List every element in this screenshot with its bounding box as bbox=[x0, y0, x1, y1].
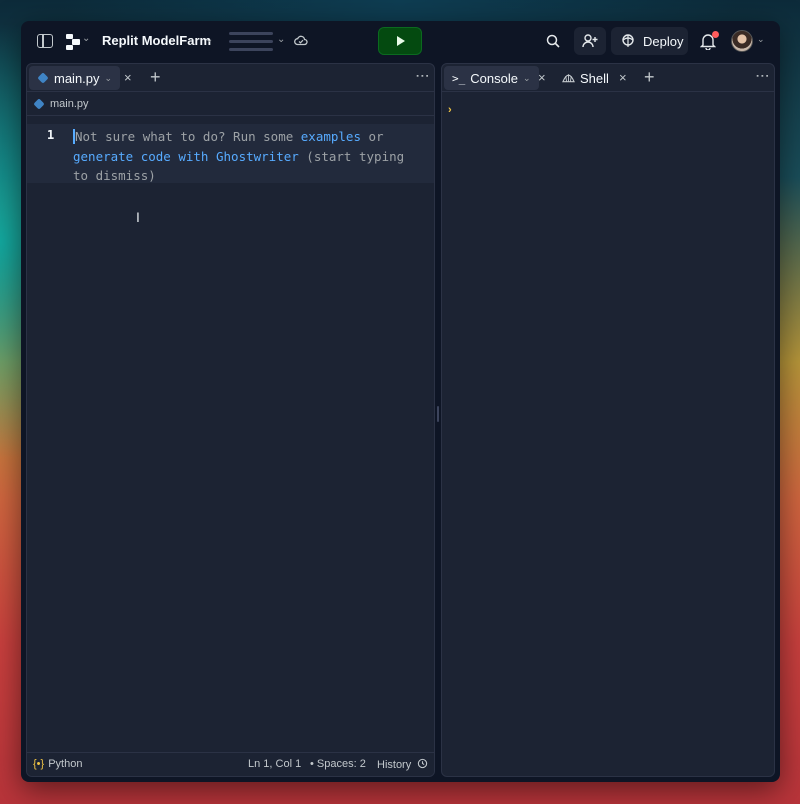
language-icon: {•} bbox=[33, 758, 45, 770]
deploy-button[interactable]: Deploy bbox=[611, 27, 688, 55]
run-button[interactable] bbox=[378, 27, 422, 55]
add-tab-icon[interactable]: + bbox=[150, 67, 161, 88]
console-pane: >_ Console ⌄ × Shell × + ⋮ › bbox=[441, 63, 775, 777]
language-label: Python bbox=[48, 758, 83, 770]
editor-more-options-icon[interactable]: ⋮ bbox=[415, 69, 431, 82]
invite-user-button[interactable] bbox=[574, 27, 606, 55]
console-tab-label: Console bbox=[470, 70, 518, 86]
close-console-tab-icon[interactable]: × bbox=[538, 70, 546, 85]
repl-name-chevron-down-icon[interactable]: ⌄ bbox=[205, 34, 213, 45]
repl-name[interactable]: Replit ModelFarm bbox=[102, 33, 211, 48]
editor-pane: main.py ⌄ × + ⋮ main.py 1 Not sure what … bbox=[26, 63, 435, 777]
tab-console[interactable]: >_ Console ⌄ bbox=[444, 66, 539, 90]
pane-resize-handle[interactable] bbox=[437, 406, 439, 422]
status-bar: {•} Python Ln 1, Col 1 • Spaces: 2 Histo… bbox=[27, 752, 434, 776]
user-avatar[interactable] bbox=[731, 30, 753, 52]
breadcrumb-file[interactable]: main.py bbox=[50, 98, 89, 110]
breadcrumb: main.py bbox=[27, 92, 434, 116]
shell-icon bbox=[562, 74, 575, 83]
tab-shell[interactable]: Shell bbox=[554, 66, 617, 90]
mouse-text-cursor-icon: I bbox=[136, 209, 140, 225]
add-user-icon bbox=[582, 34, 598, 48]
examples-link[interactable]: examples bbox=[301, 129, 361, 144]
placeholder-text-2: or bbox=[361, 129, 384, 144]
deploy-label: Deploy bbox=[643, 33, 684, 49]
placeholder-text-1: Not sure what to do? Run some bbox=[75, 129, 301, 144]
cloud-sync-icon[interactable] bbox=[294, 34, 308, 46]
tab-label: main.py bbox=[54, 70, 100, 86]
breadcrumb-python-icon bbox=[33, 98, 45, 110]
console-tab-bar: >_ Console ⌄ × Shell × + ⋮ bbox=[442, 64, 774, 92]
skeleton-chevron-down-icon[interactable]: ⌄ bbox=[277, 34, 285, 45]
ghostwriter-link[interactable]: generate code with Ghostwriter bbox=[73, 149, 299, 164]
python-file-icon bbox=[37, 72, 49, 84]
sidebar-toggle-icon[interactable] bbox=[37, 34, 53, 48]
history-icon bbox=[418, 758, 428, 769]
tab-main-py[interactable]: main.py ⌄ bbox=[29, 66, 121, 90]
editor-placeholder: Not sure what to do? Run some examples o… bbox=[73, 127, 418, 186]
history-label: History bbox=[377, 759, 412, 771]
editor-tab-bar: main.py ⌄ × + ⋮ bbox=[27, 64, 434, 92]
console-more-options-icon[interactable]: ⋮ bbox=[755, 69, 771, 82]
deploy-icon bbox=[622, 34, 634, 47]
close-shell-tab-icon[interactable]: × bbox=[619, 70, 627, 85]
tab-chevron-down-icon[interactable]: ⌄ bbox=[105, 73, 113, 84]
close-tab-icon[interactable]: × bbox=[124, 70, 132, 85]
indent-spaces[interactable]: • Spaces: 2 bbox=[310, 758, 366, 770]
notification-badge bbox=[712, 31, 719, 38]
top-bar: ⌄ Replit ModelFarm ⌄ ⌄ Deploy ⌄ bbox=[21, 21, 780, 63]
console-chevron-down-icon[interactable]: ⌄ bbox=[523, 73, 531, 84]
code-editor[interactable]: 1 Not sure what to do? Run some examples… bbox=[27, 117, 434, 752]
loading-skeleton bbox=[229, 32, 273, 56]
search-icon[interactable] bbox=[546, 34, 560, 48]
replit-logo-icon[interactable] bbox=[66, 34, 80, 50]
language-indicator[interactable]: {•} Python bbox=[33, 758, 82, 770]
line-number: 1 bbox=[47, 128, 55, 142]
replit-window: ⌄ Replit ModelFarm ⌄ ⌄ Deploy ⌄ main.py … bbox=[21, 21, 780, 782]
avatar-chevron-down-icon[interactable]: ⌄ bbox=[757, 34, 765, 45]
shell-tab-label: Shell bbox=[580, 70, 609, 86]
console-prompt-icon: › bbox=[448, 104, 452, 116]
add-console-tab-icon[interactable]: + bbox=[644, 67, 655, 88]
console-icon: >_ bbox=[452, 71, 466, 85]
logo-chevron-down-icon[interactable]: ⌄ bbox=[82, 33, 90, 44]
cursor-position[interactable]: Ln 1, Col 1 bbox=[248, 758, 301, 770]
history-button[interactable]: History bbox=[377, 758, 428, 771]
